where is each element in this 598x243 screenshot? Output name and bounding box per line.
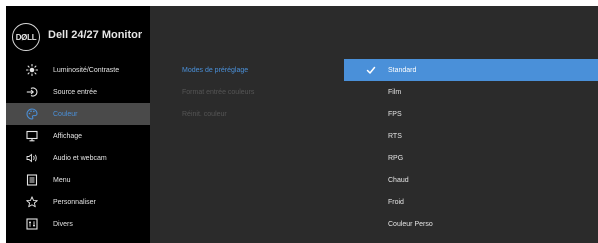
monitor-title: Dell 24/27 Monitor [48,29,143,41]
color-palette-icon [26,108,38,120]
option-label: Couleur Perso [388,220,433,228]
nav-item-others[interactable]: Divers [6,213,150,235]
option-custom-color[interactable]: Couleur Perso [344,213,598,235]
star-icon [26,196,38,208]
option-cool[interactable]: Froid [344,191,598,213]
main-menu: Luminosité/Contraste Source entrée Coule… [6,59,150,235]
option-rts[interactable]: RTS [344,125,598,147]
nav-label: Audio et webcam [53,154,107,162]
preset-mode-options: Standard Film FPS RTS RPG Chaud Froid Co… [344,59,598,235]
nav-label: Affichage [53,132,83,140]
submenu-preset-modes[interactable]: Modes de préréglage [150,59,344,81]
others-icon [26,218,38,230]
nav-label: Divers [53,220,73,228]
nav-item-audio-webcam[interactable]: Audio et webcam [6,147,150,169]
submenu-input-color-format: Format entrée couleurs [182,88,255,96]
brightness-icon [26,64,38,76]
nav-label: Couleur [53,110,78,118]
nav-item-display[interactable]: Affichage [6,125,150,147]
nav-label: Luminosité/Contraste [53,66,120,74]
nav-item-personalize[interactable]: Personnaliser [6,191,150,213]
monitor-osd: DØLL Dell 24/27 Monitor Luminosité/Contr… [6,6,598,243]
osd-header: DØLL Dell 24/27 Monitor [6,6,150,59]
option-fps[interactable]: FPS [344,103,598,125]
option-label: RPG [388,154,404,162]
display-icon [26,130,38,142]
option-standard[interactable]: Standard [344,59,598,81]
option-film[interactable]: Film [344,81,598,103]
checkmark-icon [366,66,376,74]
nav-item-color[interactable]: Couleur [6,103,150,125]
option-label: Film [388,88,402,96]
color-submenu: Modes de préréglage Format entrée couleu… [150,59,344,125]
nav-item-input-source[interactable]: Source entrée [6,81,150,103]
nav-label: Personnaliser [53,198,96,206]
nav-item-menu[interactable]: Menu [6,169,150,191]
input-source-icon [26,86,38,98]
nav-label: Source entrée [53,88,97,96]
option-label: RTS [388,132,402,140]
option-label: Standard [388,66,417,74]
option-label: Chaud [388,176,409,184]
dell-logo: DØLL [12,23,40,51]
option-rpg[interactable]: RPG [344,147,598,169]
menu-icon [26,174,38,186]
option-label: FPS [388,110,402,118]
submenu-reset-color: Réinit. couleur [182,110,227,118]
option-warm[interactable]: Chaud [344,169,598,191]
nav-label: Menu [53,176,71,184]
option-label: Froid [388,198,404,206]
audio-webcam-icon [26,152,38,164]
nav-item-brightness-contrast[interactable]: Luminosité/Contraste [6,59,150,81]
sidebar: DØLL Dell 24/27 Monitor Luminosité/Contr… [6,6,150,243]
